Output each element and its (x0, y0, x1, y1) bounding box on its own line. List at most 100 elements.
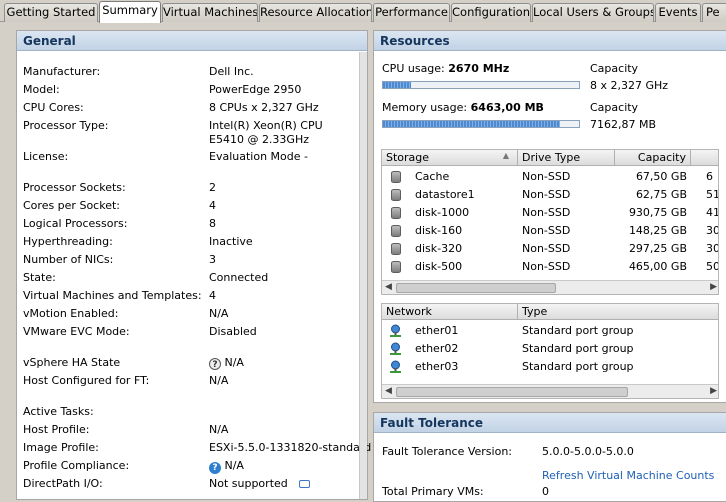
storage-row[interactable]: Cache Non-SSD 67,50 GB 6 (382, 168, 718, 186)
host-configured-ft-value: N/A (209, 374, 229, 387)
hyperthreading-label: Hyperthreading: (23, 235, 113, 248)
network-type: Standard port group (522, 342, 634, 355)
processor-type-value-line2: E5410 @ 2.33GHz (209, 133, 309, 146)
tab-performance[interactable]: Performance (373, 3, 450, 22)
storage-row[interactable]: datastore1 Non-SSD 62,75 GB 51 (382, 186, 719, 204)
datastore-icon (391, 171, 401, 183)
datastore-icon (391, 243, 401, 255)
network-row[interactable]: ether01 Standard port group (382, 322, 718, 340)
processor-sockets-value: 2 (209, 181, 216, 194)
tab-events[interactable]: Events (655, 3, 701, 22)
directpath-io-label: DirectPath I/O: (23, 477, 103, 490)
network-port-group-icon (390, 360, 401, 373)
general-scrollbar[interactable] (359, 52, 367, 499)
network-row[interactable]: ether02 Standard port group (382, 340, 718, 358)
scroll-left-icon[interactable]: ◀ (385, 386, 392, 396)
datastore-icon (391, 189, 401, 201)
network-row[interactable]: ether03 Standard port group (382, 358, 718, 376)
storage-name: Cache (415, 170, 450, 183)
model-value: PowerEdge 2950 (209, 83, 302, 96)
capacity-column-header[interactable]: Capacity (615, 150, 691, 166)
tab-summary[interactable]: Summary (99, 1, 161, 23)
state-label: State: (23, 271, 56, 284)
storage-row[interactable]: disk-1000 Non-SSD 930,75 GB 41 (382, 204, 718, 222)
profile-compliance-value: N/A (224, 459, 244, 472)
scroll-right-icon[interactable]: ▶ (710, 386, 717, 396)
resources-panel-header: Resources (374, 31, 726, 51)
extra-column-header[interactable] (691, 150, 718, 166)
fault-tolerance-title: Fault Tolerance (380, 416, 484, 430)
sort-arrow-icon: ▲ (502, 151, 509, 160)
network-type: Standard port group (522, 360, 634, 373)
host-profile-value: N/A (209, 423, 229, 436)
fault-tolerance-panel: Fault Tolerance Fault Tolerance Version:… (373, 412, 726, 502)
network-grid: Network Type ether01 Standard port group e… (381, 303, 719, 399)
vmotion-enabled-label: vMotion Enabled: (23, 307, 119, 320)
comment-icon[interactable] (299, 480, 311, 488)
cores-per-socket-label: Cores per Socket: (23, 199, 120, 212)
network-name: ether02 (415, 342, 459, 355)
memory-usage-bar-fill (383, 121, 560, 127)
help-icon[interactable]: ? (209, 462, 221, 474)
storage-hscroll-thumb[interactable] (396, 283, 556, 293)
license-label: License: (23, 150, 69, 163)
storage-capacity: 465,00 GB (628, 260, 687, 273)
tab-configuration[interactable]: Configuration (451, 3, 531, 22)
refresh-vm-counts-link[interactable]: Refresh Virtual Machine Counts (542, 469, 714, 482)
storage-row[interactable]: disk-500 Non-SSD 465,00 GB 50 (382, 258, 718, 276)
host-profile-label: Host Profile: (23, 423, 90, 436)
ft-version-label: Fault Tolerance Version: (382, 445, 513, 458)
profile-compliance-label: Profile Compliance: (23, 459, 130, 472)
storage-capacity: 148,25 GB (628, 224, 687, 237)
storage-capacity: 67,50 GB (635, 170, 687, 183)
image-profile-label: Image Profile: (23, 441, 99, 454)
scroll-left-icon[interactable]: ◀ (385, 282, 392, 292)
storage-drive-type: Non-SSD (522, 242, 571, 255)
cpu-cores-value: 8 CPUs x 2,327 GHz (209, 101, 319, 114)
storage-name: datastore1 (415, 188, 475, 201)
network-port-group-icon (390, 342, 401, 355)
type-column-header[interactable]: Type (518, 304, 718, 320)
network-column-header[interactable]: Network (382, 304, 518, 320)
cpu-usage-value: 2670 MHz (448, 62, 510, 75)
storage-hscrollbar[interactable]: ◀ ▶ (382, 280, 718, 294)
directpath-io-value-wrap: Not supported (209, 477, 311, 490)
network-hscroll-thumb[interactable] (396, 387, 628, 397)
cpu-usage-bar-fill (383, 82, 412, 88)
cpu-capacity-value: 8 x 2,327 GHz (590, 79, 669, 92)
tab-resource-allocation[interactable]: Resource Allocation (259, 3, 372, 22)
help-question-icon[interactable]: ? (209, 358, 221, 370)
storage-drive-type: Non-SSD (522, 170, 571, 183)
memory-usage: Memory usage: 6463,00 MB (382, 101, 544, 114)
memory-capacity-label: Capacity (590, 101, 639, 114)
tab-getting-started[interactable]: Getting Started (4, 3, 98, 22)
network-name: ether01 (415, 324, 459, 337)
active-tasks-label: Active Tasks: (23, 405, 94, 418)
license-value: Evaluation Mode - (209, 150, 308, 163)
fault-tolerance-panel-header: Fault Tolerance (374, 413, 726, 433)
tab-local-users-groups[interactable]: Local Users & Groups (532, 3, 654, 22)
cpu-usage-label: CPU usage: (382, 62, 445, 75)
network-hscrollbar[interactable]: ◀ ▶ (382, 384, 718, 398)
tab-permissions[interactable]: Pe (702, 3, 726, 22)
cpu-cores-label: CPU Cores: (23, 101, 84, 114)
scroll-right-icon[interactable]: ▶ (710, 282, 717, 292)
memory-usage-label: Memory usage: (382, 101, 468, 114)
host-configured-ft-label: Host Configured for FT: (23, 374, 150, 387)
drive-type-column-header[interactable]: Drive Type (518, 150, 615, 166)
profile-compliance-value-wrap: ? N/A (209, 459, 244, 474)
tab-virtual-machines[interactable]: Virtual Machines (162, 3, 258, 22)
general-panel-header: General (17, 31, 367, 51)
storage-capacity: 62,75 GB (635, 188, 687, 201)
processor-type-label: Processor Type: (23, 119, 109, 132)
model-label: Model: (23, 83, 60, 96)
cores-per-socket-value: 4 (209, 199, 216, 212)
storage-row[interactable]: disk-320 Non-SSD 297,25 GB 30 (382, 240, 718, 258)
vms-and-templates-label: Virtual Machines and Templates: (23, 289, 202, 302)
general-title: General (23, 34, 76, 48)
state-value: Connected (209, 271, 269, 284)
storage-column-header[interactable]: Storage ▲ (382, 150, 518, 166)
storage-capacity: 930,75 GB (628, 206, 687, 219)
storage-extra: 51 (706, 188, 719, 201)
storage-row[interactable]: disk-160 Non-SSD 148,25 GB 30 (382, 222, 718, 240)
